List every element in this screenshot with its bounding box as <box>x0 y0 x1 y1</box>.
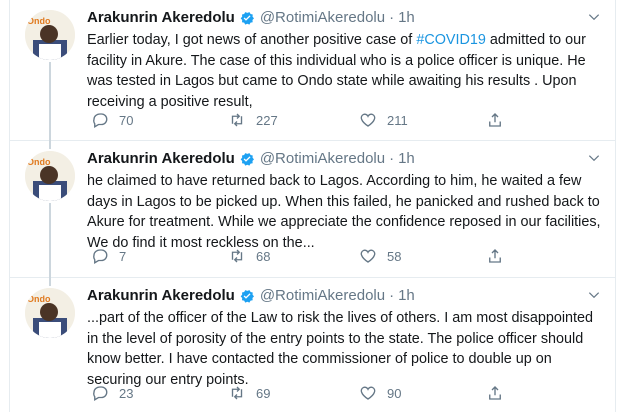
share-icon <box>489 386 501 400</box>
share-button[interactable] <box>486 247 504 265</box>
avatar[interactable]: Ondo <box>25 151 75 201</box>
tweet-header: Arakunrin Akeredolu @RotimiAkeredolu · 1… <box>87 150 415 167</box>
hashtag-link[interactable]: #COVID19 <box>416 32 486 48</box>
retweet-count: 68 <box>256 248 271 264</box>
reply-icon <box>93 249 108 264</box>
retweet-button[interactable]: 69 <box>228 384 270 402</box>
verified-badge-icon <box>240 289 254 303</box>
share-icon <box>489 249 501 263</box>
reply-button[interactable]: 70 <box>91 111 133 129</box>
tweet-text: he claimed to have returned back to Lago… <box>87 173 601 251</box>
reply-button[interactable]: 23 <box>91 384 133 402</box>
avatar-logo: Ondo <box>25 151 75 201</box>
like-button[interactable]: 58 <box>359 247 401 265</box>
user-handle[interactable]: @RotimiAkeredolu <box>260 150 385 167</box>
user-handle[interactable]: @RotimiAkeredolu <box>260 9 385 26</box>
timestamp[interactable]: 1h <box>398 150 415 167</box>
retweet-icon <box>231 249 243 263</box>
tweet-3[interactable]: Ondo Arakunrin Akeredolu @RotimiAkeredol… <box>10 268 615 412</box>
verified-badge-icon <box>240 152 254 166</box>
share-button[interactable] <box>486 111 504 129</box>
timestamp[interactable]: 1h <box>398 9 415 26</box>
retweet-button[interactable]: 68 <box>228 247 270 265</box>
like-count: 58 <box>387 248 402 264</box>
reply-button[interactable]: 7 <box>91 247 126 265</box>
chevron-down-icon[interactable] <box>587 151 601 165</box>
reply-count: 70 <box>119 112 134 128</box>
retweet-icon <box>231 386 243 400</box>
tweet-header: Arakunrin Akeredolu @RotimiAkeredolu · 1… <box>87 9 415 26</box>
share-button[interactable] <box>486 384 504 402</box>
chevron-down-icon[interactable] <box>587 288 601 302</box>
tweet-1[interactable]: Ondo Arakunrin Akeredolu @RotimiAkeredol… <box>10 0 615 148</box>
svg-text:Ondo: Ondo <box>27 157 51 167</box>
avatar-logo: Ondo <box>25 288 75 338</box>
share-icon <box>489 113 501 127</box>
avatar[interactable]: Ondo <box>25 288 75 338</box>
like-icon <box>360 386 376 400</box>
thread-connector <box>49 131 51 149</box>
retweet-button[interactable]: 227 <box>228 111 278 129</box>
chevron-down-icon[interactable] <box>587 10 601 24</box>
svg-text:Ondo: Ondo <box>27 294 51 304</box>
tweet-text: Earlier today, I got news of another pos… <box>87 30 607 112</box>
like-count: 211 <box>387 112 408 128</box>
display-name[interactable]: Arakunrin Akeredolu <box>87 287 235 304</box>
reply-icon <box>93 113 108 128</box>
avatar[interactable]: Ondo <box>25 10 75 60</box>
tweet-text: ...part of the officer of the Law to ris… <box>87 310 594 388</box>
verified-badge-icon <box>240 11 254 25</box>
reply-count: 7 <box>119 248 127 264</box>
thread-connector <box>49 268 51 286</box>
tweet-header: Arakunrin Akeredolu @RotimiAkeredolu · 1… <box>87 287 415 304</box>
separator-dot: · <box>389 9 395 26</box>
retweet-count: 69 <box>256 385 271 401</box>
avatar-logo: Ondo <box>25 10 75 60</box>
separator-dot: · <box>389 287 395 304</box>
like-button[interactable]: 90 <box>359 384 401 402</box>
tweet-2[interactable]: Ondo Arakunrin Akeredolu @RotimiAkeredol… <box>10 131 615 285</box>
timestamp[interactable]: 1h <box>398 287 415 304</box>
tweet-text-part: Earlier today, I got news of another pos… <box>87 32 417 48</box>
display-name[interactable]: Arakunrin Akeredolu <box>87 150 235 167</box>
like-count: 90 <box>387 385 402 401</box>
display-name[interactable]: Arakunrin Akeredolu <box>87 9 235 26</box>
timeline-thread: Ondo Arakunrin Akeredolu @RotimiAkeredol… <box>9 0 616 412</box>
like-button[interactable]: 211 <box>359 111 408 129</box>
svg-text:Ondo: Ondo <box>27 16 51 26</box>
reply-icon <box>93 386 108 401</box>
user-handle[interactable]: @RotimiAkeredolu <box>260 287 385 304</box>
retweet-icon <box>231 113 243 127</box>
like-icon <box>360 113 376 127</box>
reply-count: 23 <box>119 385 134 401</box>
retweet-count: 227 <box>256 112 278 128</box>
separator-dot: · <box>389 150 395 167</box>
like-icon <box>360 249 376 263</box>
